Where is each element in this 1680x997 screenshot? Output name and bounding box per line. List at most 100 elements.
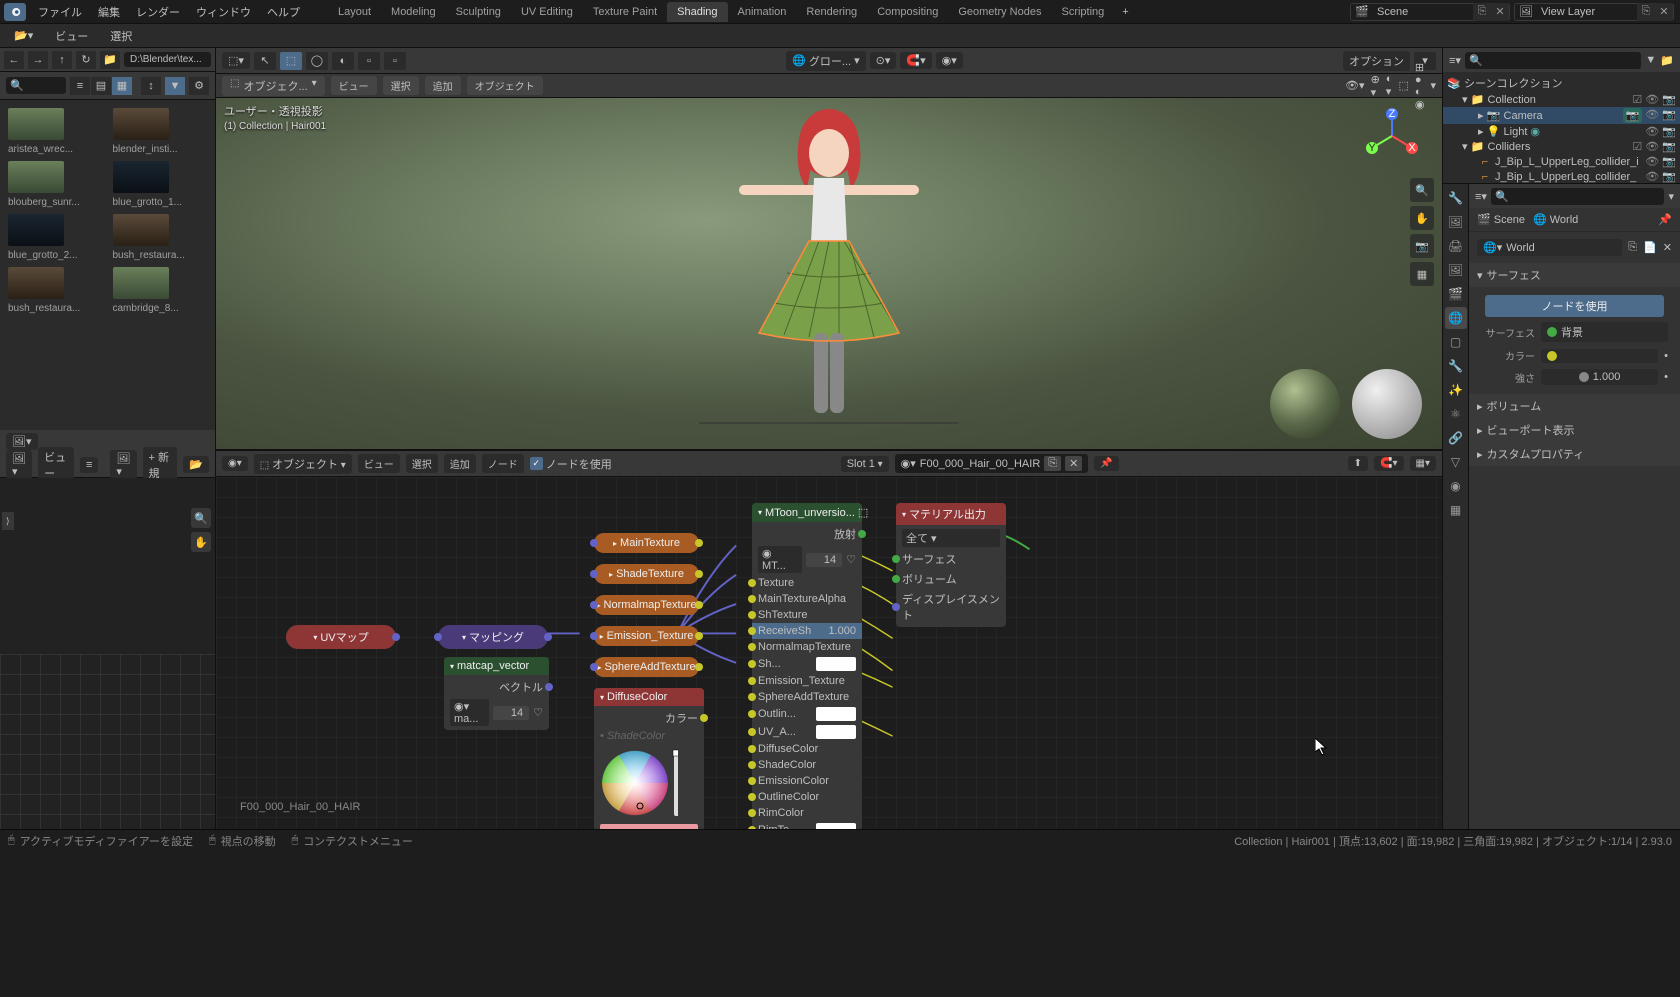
camera-view-icon[interactable]: 📷: [1410, 234, 1434, 258]
ptab-physics[interactable]: ⚛: [1445, 403, 1467, 425]
ws-geonodes[interactable]: Geometry Nodes: [948, 2, 1051, 22]
prop-search[interactable]: 🔍: [1491, 188, 1665, 205]
node-normaltexture[interactable]: ▸NormalmapTexture: [594, 595, 699, 615]
mat-del-icon[interactable]: ✕: [1065, 456, 1082, 471]
node-spheretexture[interactable]: ▸SphereAddTexture: [594, 657, 699, 677]
vp-select-menu[interactable]: 選択: [383, 76, 419, 95]
color-field[interactable]: [1541, 349, 1658, 363]
file-item[interactable]: aristea_wrec...: [8, 108, 103, 155]
prop-mode-icon[interactable]: ≡▾: [1475, 190, 1487, 203]
pivot-icon[interactable]: ⊙▾: [870, 52, 897, 69]
shading-options-icon[interactable]: ▾: [1430, 79, 1436, 92]
outliner-mode-icon[interactable]: ≡▾: [1449, 54, 1461, 67]
ne-select-menu[interactable]: 選択: [406, 454, 438, 473]
pin-icon[interactable]: 📌: [1658, 213, 1672, 226]
ne-type-icon[interactable]: ◉▾: [222, 456, 248, 471]
ws-animation[interactable]: Animation: [728, 2, 797, 22]
ptab-object[interactable]: ▢: [1445, 331, 1467, 353]
ptab-constraint[interactable]: 🔗: [1445, 427, 1467, 449]
outliner-camera[interactable]: ▸📷Camera📷 👁 📷: [1443, 107, 1680, 124]
persp-toggle-icon[interactable]: ▦: [1410, 262, 1434, 286]
strength-field[interactable]: 1.000: [1541, 369, 1658, 385]
ws-scripting[interactable]: Scripting: [1051, 2, 1114, 22]
ws-compositing[interactable]: Compositing: [867, 2, 948, 22]
node-diffusecolor[interactable]: ▾DiffuseColor カラー • ShadeColor: [594, 688, 704, 829]
ie-image-dropdown[interactable]: 🖼▾: [110, 450, 136, 480]
outliner-scene-collection[interactable]: 📚シーンコレクション: [1443, 74, 1680, 92]
node-uvmap[interactable]: ▾UVマップ: [286, 625, 396, 649]
node-shadetexture[interactable]: ▸ShadeTexture: [594, 564, 699, 584]
menu-window[interactable]: ウィンドウ: [188, 4, 259, 20]
color-wheel[interactable]: [600, 748, 678, 818]
editor-type-icon[interactable]: ⬚▾: [222, 52, 250, 69]
ptab-tool[interactable]: 🔧: [1445, 187, 1467, 209]
outliner-new-icon[interactable]: 📁: [1660, 54, 1674, 67]
fb-search-input[interactable]: 🔍: [6, 77, 66, 94]
fb-mode-dropdown[interactable]: 🖼▾: [6, 433, 38, 450]
gizmo-toggle-icon[interactable]: ⊕: [1371, 73, 1380, 86]
file-item[interactable]: cambridge_8...: [113, 267, 208, 314]
nav-newfolder-icon[interactable]: 📁: [100, 51, 120, 69]
vp-object-menu[interactable]: オブジェクト: [467, 76, 543, 95]
ws-add-button[interactable]: +: [1114, 2, 1136, 22]
zoom-tool-icon[interactable]: 🔍: [1410, 178, 1434, 202]
ptab-viewlayer[interactable]: 🖼: [1445, 259, 1467, 281]
ne-parent-icon[interactable]: ⬆: [1348, 456, 1368, 471]
ie-open-icon[interactable]: 📂: [183, 456, 209, 473]
sort-icon[interactable]: ↕: [141, 77, 161, 95]
node-material-output[interactable]: ▾マテリアル出力 全て ▾ サーフェス ボリューム ディスプレイスメント: [896, 503, 1006, 627]
outliner-colliders[interactable]: ▾📁Colliders☑ 👁 📷: [1443, 139, 1680, 154]
mat-browse-icon[interactable]: ⎘: [1044, 456, 1061, 471]
menu-render[interactable]: レンダー: [128, 4, 188, 20]
shading-material-icon[interactable]: ◐: [1415, 86, 1425, 98]
overlay-toggle-icon[interactable]: ◐: [1386, 73, 1393, 85]
ne-add-menu[interactable]: 追加: [444, 454, 476, 473]
pin-icon[interactable]: 📌: [1094, 456, 1118, 471]
outliner-bone2[interactable]: ⌐J_Bip_L_UpperLeg_collider_👁 📷: [1443, 169, 1680, 183]
file-item[interactable]: blue_grotto_2...: [8, 214, 103, 261]
panel-custom-header[interactable]: ▸ カスタムプロパティ: [1469, 442, 1680, 466]
ptab-material[interactable]: ◉: [1445, 475, 1467, 497]
file-item[interactable]: blue_grotto_1...: [113, 161, 208, 208]
panel-volume-header[interactable]: ▸ ボリューム: [1469, 394, 1680, 418]
ws-modeling[interactable]: Modeling: [381, 2, 446, 22]
scene-name-input[interactable]: [1373, 6, 1473, 18]
gizmo-dropdown-icon[interactable]: ▾: [1371, 86, 1380, 99]
outliner-filter-icon[interactable]: ▼: [1645, 54, 1656, 66]
options-dropdown[interactable]: オプション: [1343, 51, 1410, 71]
ptab-texture[interactable]: ▦: [1445, 499, 1467, 521]
scene-selector[interactable]: 🎬 ⎘ ✕: [1350, 3, 1510, 21]
node-mtoon[interactable]: ▾MToon_unversio...⬚ 放射 ◉ MT...14♡ Textur…: [752, 503, 862, 829]
xray-icon[interactable]: ⬚: [1398, 79, 1408, 92]
toolbar-view[interactable]: ビュー: [47, 26, 96, 46]
outliner-bone1[interactable]: ⌐J_Bip_L_UpperLeg_collider_i👁 📷: [1443, 154, 1680, 169]
outliner-collection[interactable]: ▾📁Collection☑ 👁 📷: [1443, 92, 1680, 107]
ws-shading[interactable]: Shading: [667, 2, 727, 22]
use-nodes-checkbox[interactable]: ✓ノードを使用: [530, 456, 612, 472]
toolbar-select[interactable]: 選択: [102, 26, 140, 46]
menu-file[interactable]: ファイル: [30, 4, 90, 20]
ws-layout[interactable]: Layout: [328, 2, 381, 22]
viewlayer-name-input[interactable]: [1537, 6, 1637, 18]
viewport-canvas[interactable]: ユーザー・透視投影 (1) Collection | Hair001: [216, 98, 1442, 449]
nav-back-icon[interactable]: ←: [4, 51, 24, 69]
select-circle-icon[interactable]: ◯: [306, 52, 328, 70]
shading-wire-icon[interactable]: ⊞: [1415, 61, 1425, 74]
select-box-icon[interactable]: ⬚: [280, 52, 302, 70]
ie-mode-icon[interactable]: 🖼▾: [6, 450, 32, 480]
ne-node-menu[interactable]: ノード: [482, 454, 524, 473]
visibility-icon[interactable]: 👁▾: [1345, 79, 1365, 92]
viewlayer-new-icon[interactable]: ⎘: [1637, 3, 1655, 21]
ptab-world[interactable]: 🌐: [1445, 307, 1467, 329]
viewlayer-del-icon[interactable]: ✕: [1655, 3, 1673, 21]
settings-icon[interactable]: ⚙: [189, 77, 209, 95]
proportional-icon[interactable]: ◉▾: [936, 52, 963, 69]
orientation-dropdown[interactable]: 🌐 グロー... ▾: [786, 51, 865, 71]
world-new-icon[interactable]: 📄: [1643, 241, 1657, 254]
mode-dropdown[interactable]: ⬚ オブジェク... ▾: [222, 76, 325, 96]
hand-icon[interactable]: ✋: [191, 532, 211, 552]
node-matcap-vector[interactable]: ▾matcap_vector ベクトル ◉▾ ma...14♡: [444, 657, 549, 730]
ws-rendering[interactable]: Rendering: [796, 2, 867, 22]
ne-snap-icon[interactable]: 🧲▾: [1374, 456, 1403, 471]
ne-view-menu[interactable]: ビュー: [358, 454, 400, 473]
